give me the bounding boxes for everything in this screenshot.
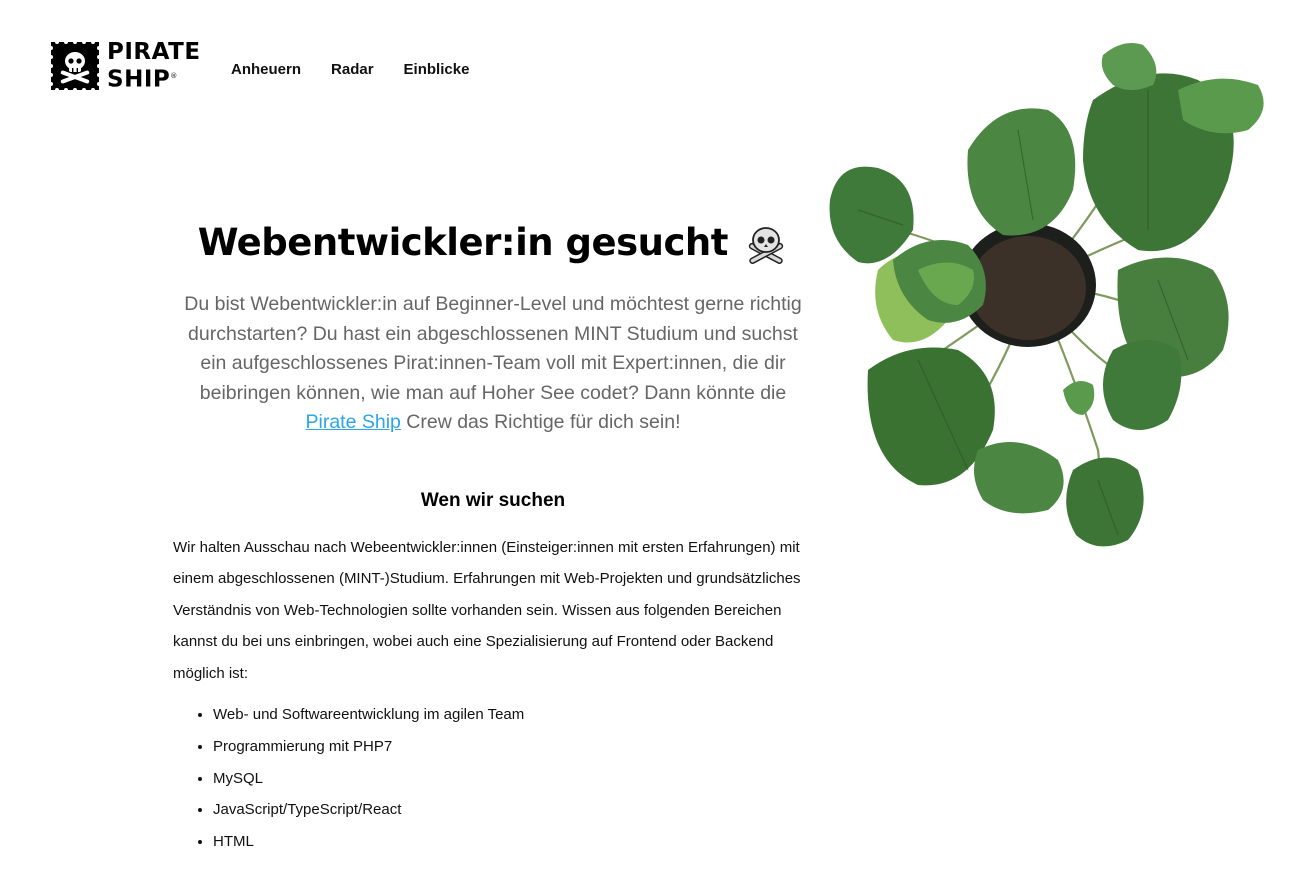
main-content: Webentwickler:in gesucht Du bist Webentw… xyxy=(173,218,813,857)
nav-link-einblicke[interactable]: Einblicke xyxy=(404,61,470,78)
list-item: MySQL xyxy=(213,763,813,795)
logo-wordmark: PIRATE SHIP® xyxy=(107,40,201,92)
section-heading: Wen wir suchen xyxy=(420,489,566,511)
registered-mark: ® xyxy=(170,72,178,81)
intro-paragraph: Du bist Webentwickler:in auf Beginner-Le… xyxy=(173,290,813,438)
list-item: JavaScript/TypeScript/React xyxy=(213,794,813,826)
logo-line-2-text: SHIP xyxy=(107,66,171,93)
list-item: Web- und Softwareentwicklung im agilen T… xyxy=(213,699,813,731)
logo-line-1: PIRATE xyxy=(107,39,201,66)
pirate-ship-link[interactable]: Pirate Ship xyxy=(305,411,400,433)
section-paragraph: Wir halten Ausschau nach Webeentwickler:… xyxy=(173,538,801,682)
nav-link-radar[interactable]: Radar xyxy=(331,61,374,78)
page-title-text: Webentwickler:in gesucht xyxy=(197,221,729,264)
main-nav: Anheuern Radar Einblicke xyxy=(231,61,469,78)
logo-line-2: SHIP® xyxy=(107,64,201,92)
list-item: Programmierung mit PHP7 xyxy=(213,731,813,763)
intro-text-after: Crew das Richtige für dich sein! xyxy=(400,411,681,433)
logo-skull-stamp-icon xyxy=(49,40,101,92)
skull-crossbones-icon xyxy=(749,226,784,264)
skills-list: Web- und Softwareentwicklung im agilen T… xyxy=(173,699,813,857)
list-item: HTML xyxy=(213,826,813,858)
potted-plant-image xyxy=(829,42,1264,547)
page-title: Webentwickler:in gesucht xyxy=(173,218,813,268)
site-header: PIRATE SHIP® xyxy=(49,40,201,92)
logo-link[interactable]: PIRATE SHIP® xyxy=(49,40,201,92)
nav-link-anheuern[interactable]: Anheuern xyxy=(231,61,301,78)
intro-text-before: Du bist Webentwickler:in auf Beginner-Le… xyxy=(184,293,802,404)
